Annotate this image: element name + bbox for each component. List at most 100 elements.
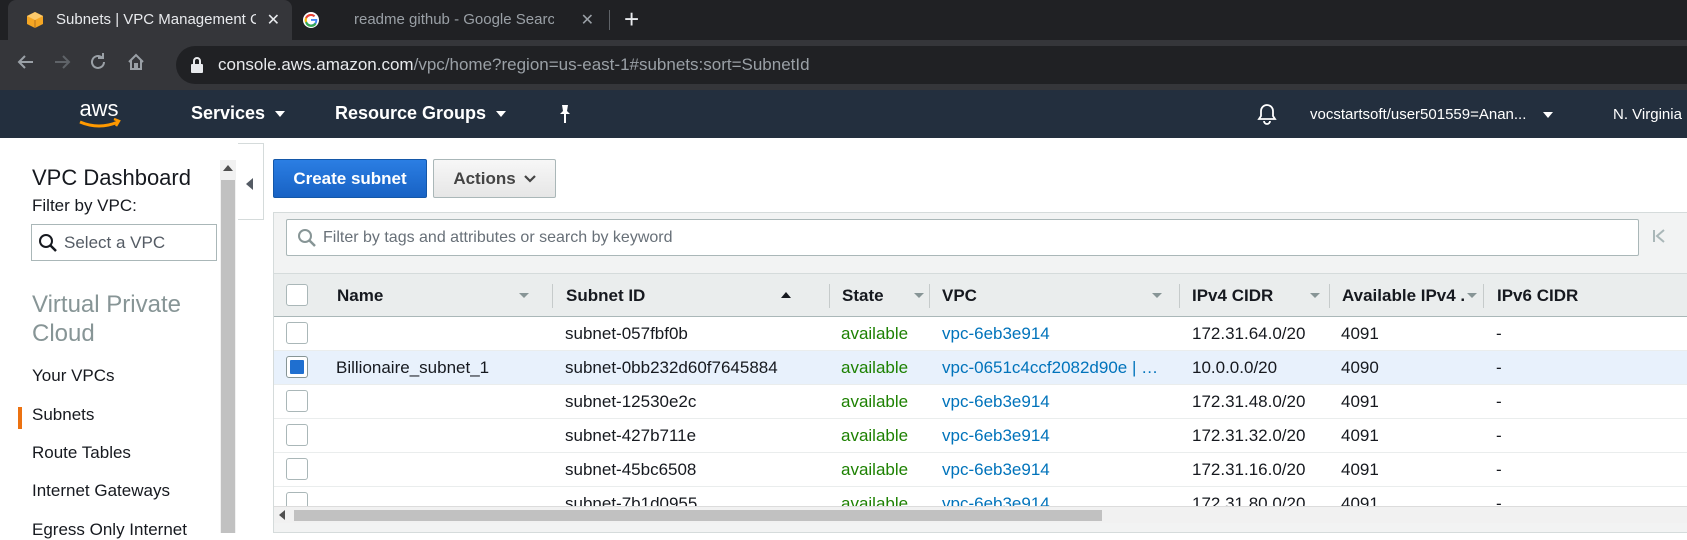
address-bar[interactable]: console.aws.amazon.com/vpc/home?region=u… <box>176 46 1687 84</box>
back-icon[interactable] <box>16 52 36 78</box>
cell-vpc-link[interactable]: vpc-6eb3e914 <box>942 392 1050 412</box>
cell-vpc-link[interactable]: vpc-6eb3e914 <box>942 324 1050 344</box>
sidebar-title[interactable]: VPC Dashboard <box>32 165 191 191</box>
column-label: Available IPv4 . <box>1342 285 1466 305</box>
create-subnet-button[interactable]: Create subnet <box>273 159 427 198</box>
cell-subnet-id: subnet-12530e2c <box>565 392 697 411</box>
cell-ipv6-cidr: - <box>1496 358 1502 377</box>
cell-subnet-id: subnet-427b711e <box>565 426 697 445</box>
cell-vpc-link[interactable]: vpc-6eb3e914 <box>942 460 1050 480</box>
tab-google-search[interactable]: readme github - Google Search ✕ <box>300 0 600 40</box>
close-icon[interactable]: ✕ <box>267 10 280 30</box>
column-resizer[interactable] <box>552 284 553 308</box>
forward-icon[interactable] <box>52 52 72 78</box>
row-checkbox[interactable] <box>286 492 308 506</box>
scrollbar-thumb[interactable] <box>294 510 1102 521</box>
sort-icon[interactable] <box>1467 293 1477 298</box>
pin-icon[interactable] <box>556 104 574 129</box>
collapse-sidebar-button[interactable] <box>238 143 264 220</box>
row-checkbox[interactable] <box>286 322 308 344</box>
aws-logo[interactable]: aws <box>74 96 124 137</box>
cell-ipv6-cidr: - <box>1496 392 1502 411</box>
sort-icon[interactable] <box>519 293 529 298</box>
vpc-filter-select[interactable]: Select a VPC <box>31 224 217 261</box>
column-resizer[interactable] <box>1179 284 1180 308</box>
sidebar-item-egress-only[interactable]: Egress Only Internet <box>32 520 187 540</box>
sort-ascending-icon[interactable] <box>781 292 791 298</box>
new-tab-button[interactable]: + <box>624 4 639 35</box>
sidebar-item-your-vpcs[interactable]: Your VPCs <box>32 366 115 386</box>
reload-icon[interactable] <box>88 52 108 78</box>
column-header-vpc[interactable]: VPC <box>942 274 1172 317</box>
chevron-left-icon <box>246 178 253 190</box>
column-resizer[interactable] <box>1329 284 1330 308</box>
table-row[interactable]: Billionaire_subnet_1 subnet-0bb232d60f76… <box>274 351 1687 385</box>
cell-vpc-link[interactable]: vpc-6eb3e914 <box>942 426 1050 446</box>
bell-icon[interactable] <box>1257 103 1277 130</box>
column-header-ipv6-cidr[interactable]: IPv6 CIDR <box>1497 274 1677 317</box>
cell-vpc-link[interactable]: vpc-0651c4ccf2082d90e | … <box>942 358 1158 378</box>
sidebar-item-subnets[interactable]: Subnets <box>32 405 94 425</box>
region-label: N. Virginia <box>1613 106 1682 123</box>
table-row[interactable]: subnet-057fbf0b available vpc-6eb3e914 1… <box>274 317 1687 351</box>
actions-button[interactable]: Actions <box>433 159 556 198</box>
row-checkbox[interactable] <box>286 356 308 378</box>
table-row[interactable]: subnet-45bc6508 available vpc-6eb3e914 1… <box>274 453 1687 487</box>
resource-groups-label: Resource Groups <box>335 103 487 123</box>
table-row[interactable]: subnet-12530e2c available vpc-6eb3e914 1… <box>274 385 1687 419</box>
column-header-subnet-id[interactable]: Subnet ID <box>566 274 796 317</box>
column-resizer[interactable] <box>929 284 930 308</box>
table-row[interactable]: subnet-427b711e available vpc-6eb3e914 1… <box>274 419 1687 453</box>
scroll-left-icon[interactable] <box>279 510 285 520</box>
sidebar-scrollbar[interactable] <box>220 160 236 533</box>
vpc-filter-placeholder: Select a VPC <box>64 233 166 252</box>
cell-subnet-id: subnet-057fbf0b <box>565 324 688 343</box>
horizontal-scrollbar[interactable] <box>274 506 1687 523</box>
lock-icon <box>190 56 204 79</box>
sort-icon[interactable] <box>1152 293 1162 298</box>
url-path: /vpc/home?region=us-east-1#subnets:sort=… <box>413 55 810 74</box>
column-resizer[interactable] <box>1483 284 1484 308</box>
row-checkbox[interactable] <box>286 424 308 446</box>
cell-ipv4-cidr: 172.31.16.0/20 <box>1192 460 1306 479</box>
tab-title: Subnets | VPC Management Conso <box>56 11 256 28</box>
chevron-down-icon <box>523 174 536 183</box>
cell-available-ipv4: 4090 <box>1341 358 1379 377</box>
column-header-state[interactable]: State <box>842 274 932 317</box>
chevron-down-icon <box>275 110 286 117</box>
sort-icon[interactable] <box>1310 293 1320 298</box>
home-icon[interactable] <box>126 52 146 78</box>
cell-available-ipv4: 4091 <box>1341 460 1379 479</box>
column-header-name[interactable]: Name <box>337 274 532 317</box>
cell-name: Billionaire_subnet_1 <box>336 358 490 377</box>
services-label: Services <box>191 103 266 123</box>
cell-subnet-id: subnet-45bc6508 <box>565 460 697 479</box>
account-menu[interactable]: vocstartsoft/user501559=Anan... <box>1310 106 1553 123</box>
close-icon[interactable]: ✕ <box>581 10 594 30</box>
sort-icon[interactable] <box>914 293 924 298</box>
cell-state: available <box>841 426 909 445</box>
services-menu[interactable]: Services <box>191 103 286 124</box>
select-all-checkbox[interactable] <box>286 284 308 306</box>
column-header-ipv4-cidr[interactable]: IPv4 CIDR <box>1192 274 1322 317</box>
cell-ipv4-cidr: 10.0.0.0/20 <box>1192 358 1278 377</box>
table-row[interactable]: subnet-7b1d0955 available vpc-6eb3e914 1… <box>274 487 1687 507</box>
scroll-up-icon[interactable] <box>223 165 233 171</box>
sidebar-item-route-tables[interactable]: Route Tables <box>32 443 131 463</box>
region-menu[interactable]: N. Virginia <box>1613 106 1682 123</box>
scrollbar-thumb[interactable] <box>221 180 235 533</box>
cell-ipv6-cidr: - <box>1496 426 1502 445</box>
search-input[interactable]: Filter by tags and attributes or search … <box>286 219 1639 256</box>
tab-subnets[interactable]: Subnets | VPC Management Conso ✕ <box>8 0 292 40</box>
first-page-icon[interactable] <box>1652 228 1666 249</box>
sidebar-item-internet-gateways[interactable]: Internet Gateways <box>32 481 170 501</box>
actions-label: Actions <box>453 168 516 188</box>
column-resizer[interactable] <box>829 284 830 308</box>
resource-groups-menu[interactable]: Resource Groups <box>335 103 507 124</box>
row-checkbox[interactable] <box>286 390 308 412</box>
row-checkbox[interactable] <box>286 458 308 480</box>
filter-by-vpc-label: Filter by VPC: <box>32 196 137 215</box>
column-header-available-ipv4[interactable]: Available IPv4 . <box>1342 274 1482 317</box>
cell-ipv4-cidr: 172.31.32.0/20 <box>1192 426 1306 445</box>
browser-toolbar: console.aws.amazon.com/vpc/home?region=u… <box>0 40 1687 90</box>
